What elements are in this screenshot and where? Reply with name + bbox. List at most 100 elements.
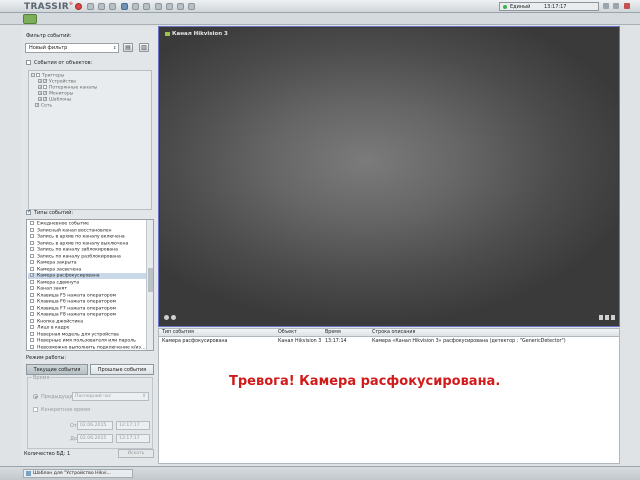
list-item[interactable]: Запись в архив по каналу выключена (28, 240, 146, 247)
snapshot-icon[interactable] (171, 315, 176, 320)
network-icon[interactable] (166, 3, 173, 10)
objects-tree[interactable]: -Триггеры +Устройства +Потерянные каналы… (28, 70, 152, 210)
range-label: Конкретное время (41, 407, 91, 413)
list-item[interactable]: Лицо в кадре (28, 325, 146, 331)
archive-icon[interactable] (132, 3, 139, 10)
event-filter-panel: Фильтр событий: Новый фильтр ⇕ ▤ ▥ Событ… (22, 27, 158, 467)
tree-item[interactable]: +Устройства (38, 78, 76, 85)
list-item[interactable]: Кнопка джойстика (28, 318, 146, 325)
col-header[interactable]: Объект (278, 329, 297, 337)
grid-icon[interactable] (87, 3, 94, 10)
db-count-row: Количество БД: 1 Искать (22, 449, 158, 461)
video-frame[interactable]: Канал Hikvision 3 (158, 26, 620, 327)
list-item[interactable]: Камера засвечена (28, 266, 146, 273)
from-time-field[interactable]: 12:17:17 (116, 421, 150, 430)
list-item[interactable]: Клавиша F6 нажата оператором (28, 299, 146, 305)
clock: 13:17:17 (544, 4, 567, 10)
tab-current-events[interactable]: Текущие события (26, 364, 88, 375)
window-icon[interactable] (613, 3, 619, 9)
scrollbar-thumb[interactable] (148, 268, 153, 292)
cell-object: Канал Hikvision 3 (278, 339, 322, 344)
time-group-label: Время (32, 375, 51, 381)
status-box[interactable]: Единый 13:17:17 (499, 2, 599, 11)
range-checkbox[interactable] (33, 407, 38, 412)
events-table[interactable]: Тип события Объект Время Строка описания… (158, 328, 620, 464)
camera-icon (165, 31, 170, 36)
list-item[interactable]: Невозможно выполнить подключение к/из... (28, 344, 146, 350)
ptz-icon[interactable] (605, 315, 609, 320)
tree-item[interactable]: +Шаблоны (38, 96, 71, 103)
list-item[interactable]: Камера сдвинута (28, 279, 146, 286)
event-types-list[interactable]: Ежедневное событие Записный канал восста… (26, 219, 154, 351)
objects-label: События от объектов: (34, 60, 93, 66)
col-header[interactable]: Тип события (162, 329, 194, 337)
fullscreen-icon[interactable] (611, 315, 615, 320)
record-icon[interactable] (75, 3, 82, 10)
list-item[interactable]: Ежедневное событие (28, 221, 146, 227)
monitor-icon[interactable] (109, 3, 116, 10)
chevron-down-icon: ⇕ (113, 45, 117, 50)
sub-toolbar (0, 13, 640, 25)
video-controls-left (164, 315, 178, 322)
time-group: Время Предыдущие Последний час ⇕ Конкретн… (27, 375, 153, 449)
to-date-field[interactable]: 02.06.2015 (77, 434, 113, 443)
filter-select-value: Новый фильтр (29, 45, 68, 51)
event-types-checkbox[interactable] (26, 209, 31, 215)
list-item[interactable]: Записный канал восстановлен (28, 227, 146, 234)
to-time-field[interactable]: 13:17:17 (116, 434, 150, 443)
filter-select[interactable]: Новый фильтр ⇕ (25, 43, 119, 53)
list-item[interactable]: Неверные имя пользователя или пароль (28, 338, 146, 344)
layout-icon[interactable] (98, 3, 105, 10)
camera-title: Канал Hikvision 3 (165, 31, 228, 37)
col-header[interactable]: Время (325, 329, 341, 337)
delete-icon[interactable]: ▥ (139, 43, 149, 52)
save-icon[interactable]: ▤ (123, 43, 133, 52)
list-item[interactable]: Клавиша F8 нажата оператором (28, 312, 146, 318)
event-types-label: Типы событий: (34, 210, 74, 216)
right-column (620, 26, 640, 466)
play-icon[interactable] (121, 3, 128, 10)
filter-label: Фильтр событий: (26, 33, 72, 39)
list-item[interactable]: Запись в архив по каналу включена (28, 234, 146, 240)
cell-time: 13:17:14 (325, 339, 347, 344)
taskbar-item[interactable]: Шаблон для "Устройство Hikvi... (23, 469, 133, 478)
record-indicator-icon[interactable] (164, 315, 169, 320)
tab-past-events[interactable]: Прошлые события (90, 364, 154, 375)
objects-checkbox[interactable] (26, 60, 31, 65)
list-item[interactable]: Канал занят (28, 286, 146, 292)
list-item[interactable]: Камера закрыта (28, 260, 146, 266)
recent-radio[interactable] (33, 394, 38, 399)
user-icon[interactable] (155, 3, 162, 10)
settings-icon[interactable] (143, 3, 150, 10)
status-dot-icon (503, 5, 507, 9)
recent-label: Предыдущие (41, 394, 76, 400)
help-icon[interactable] (188, 3, 195, 10)
recent-select[interactable]: Последний час ⇕ (72, 392, 149, 401)
info-icon[interactable] (177, 3, 184, 10)
list-item[interactable]: Клавиша F7 нажата оператором (28, 305, 146, 312)
list-scrollbar[interactable] (146, 220, 153, 350)
tree-item[interactable]: Сеть (35, 102, 52, 109)
list-item[interactable]: Запись по каналу заблокирована (28, 247, 146, 253)
camera-feed[interactable]: Канал Hikvision 3 (160, 28, 618, 325)
list-item[interactable]: Неверная модель для устройства (28, 331, 146, 338)
col-header[interactable]: Строка описания (372, 329, 415, 337)
list-item[interactable]: Клавиша F5 нажата оператором (28, 292, 146, 299)
taskbar: Шаблон для "Устройство Hikvi... (0, 466, 640, 480)
cell-description: Камера «Канал Hikvision 3» расфокусирова… (372, 339, 566, 344)
keyboard-icon[interactable] (603, 3, 609, 9)
top-toolbar: TRASSIR® Единый 13:17:17 (0, 0, 640, 13)
table-header: Тип события Объект Время Строка описания (159, 329, 619, 337)
search-button[interactable]: Искать (118, 449, 154, 458)
list-item-selected[interactable]: Камера расфокусирована (28, 272, 146, 279)
video-controls-right (597, 315, 615, 322)
list-item[interactable]: Запись по каналу разблокирована (28, 253, 146, 260)
mode-label: Режим работы: (26, 355, 67, 361)
cell-type: Камера расфокусирована (162, 339, 228, 344)
close-icon[interactable] (624, 3, 630, 9)
status-label: Единый (510, 4, 531, 10)
tree-item[interactable]: - Триггеры (31, 73, 64, 79)
zoom-icon[interactable] (599, 315, 603, 320)
events-panel-icon[interactable] (23, 14, 37, 24)
from-date-field[interactable]: 02.06.2015 (77, 421, 113, 430)
